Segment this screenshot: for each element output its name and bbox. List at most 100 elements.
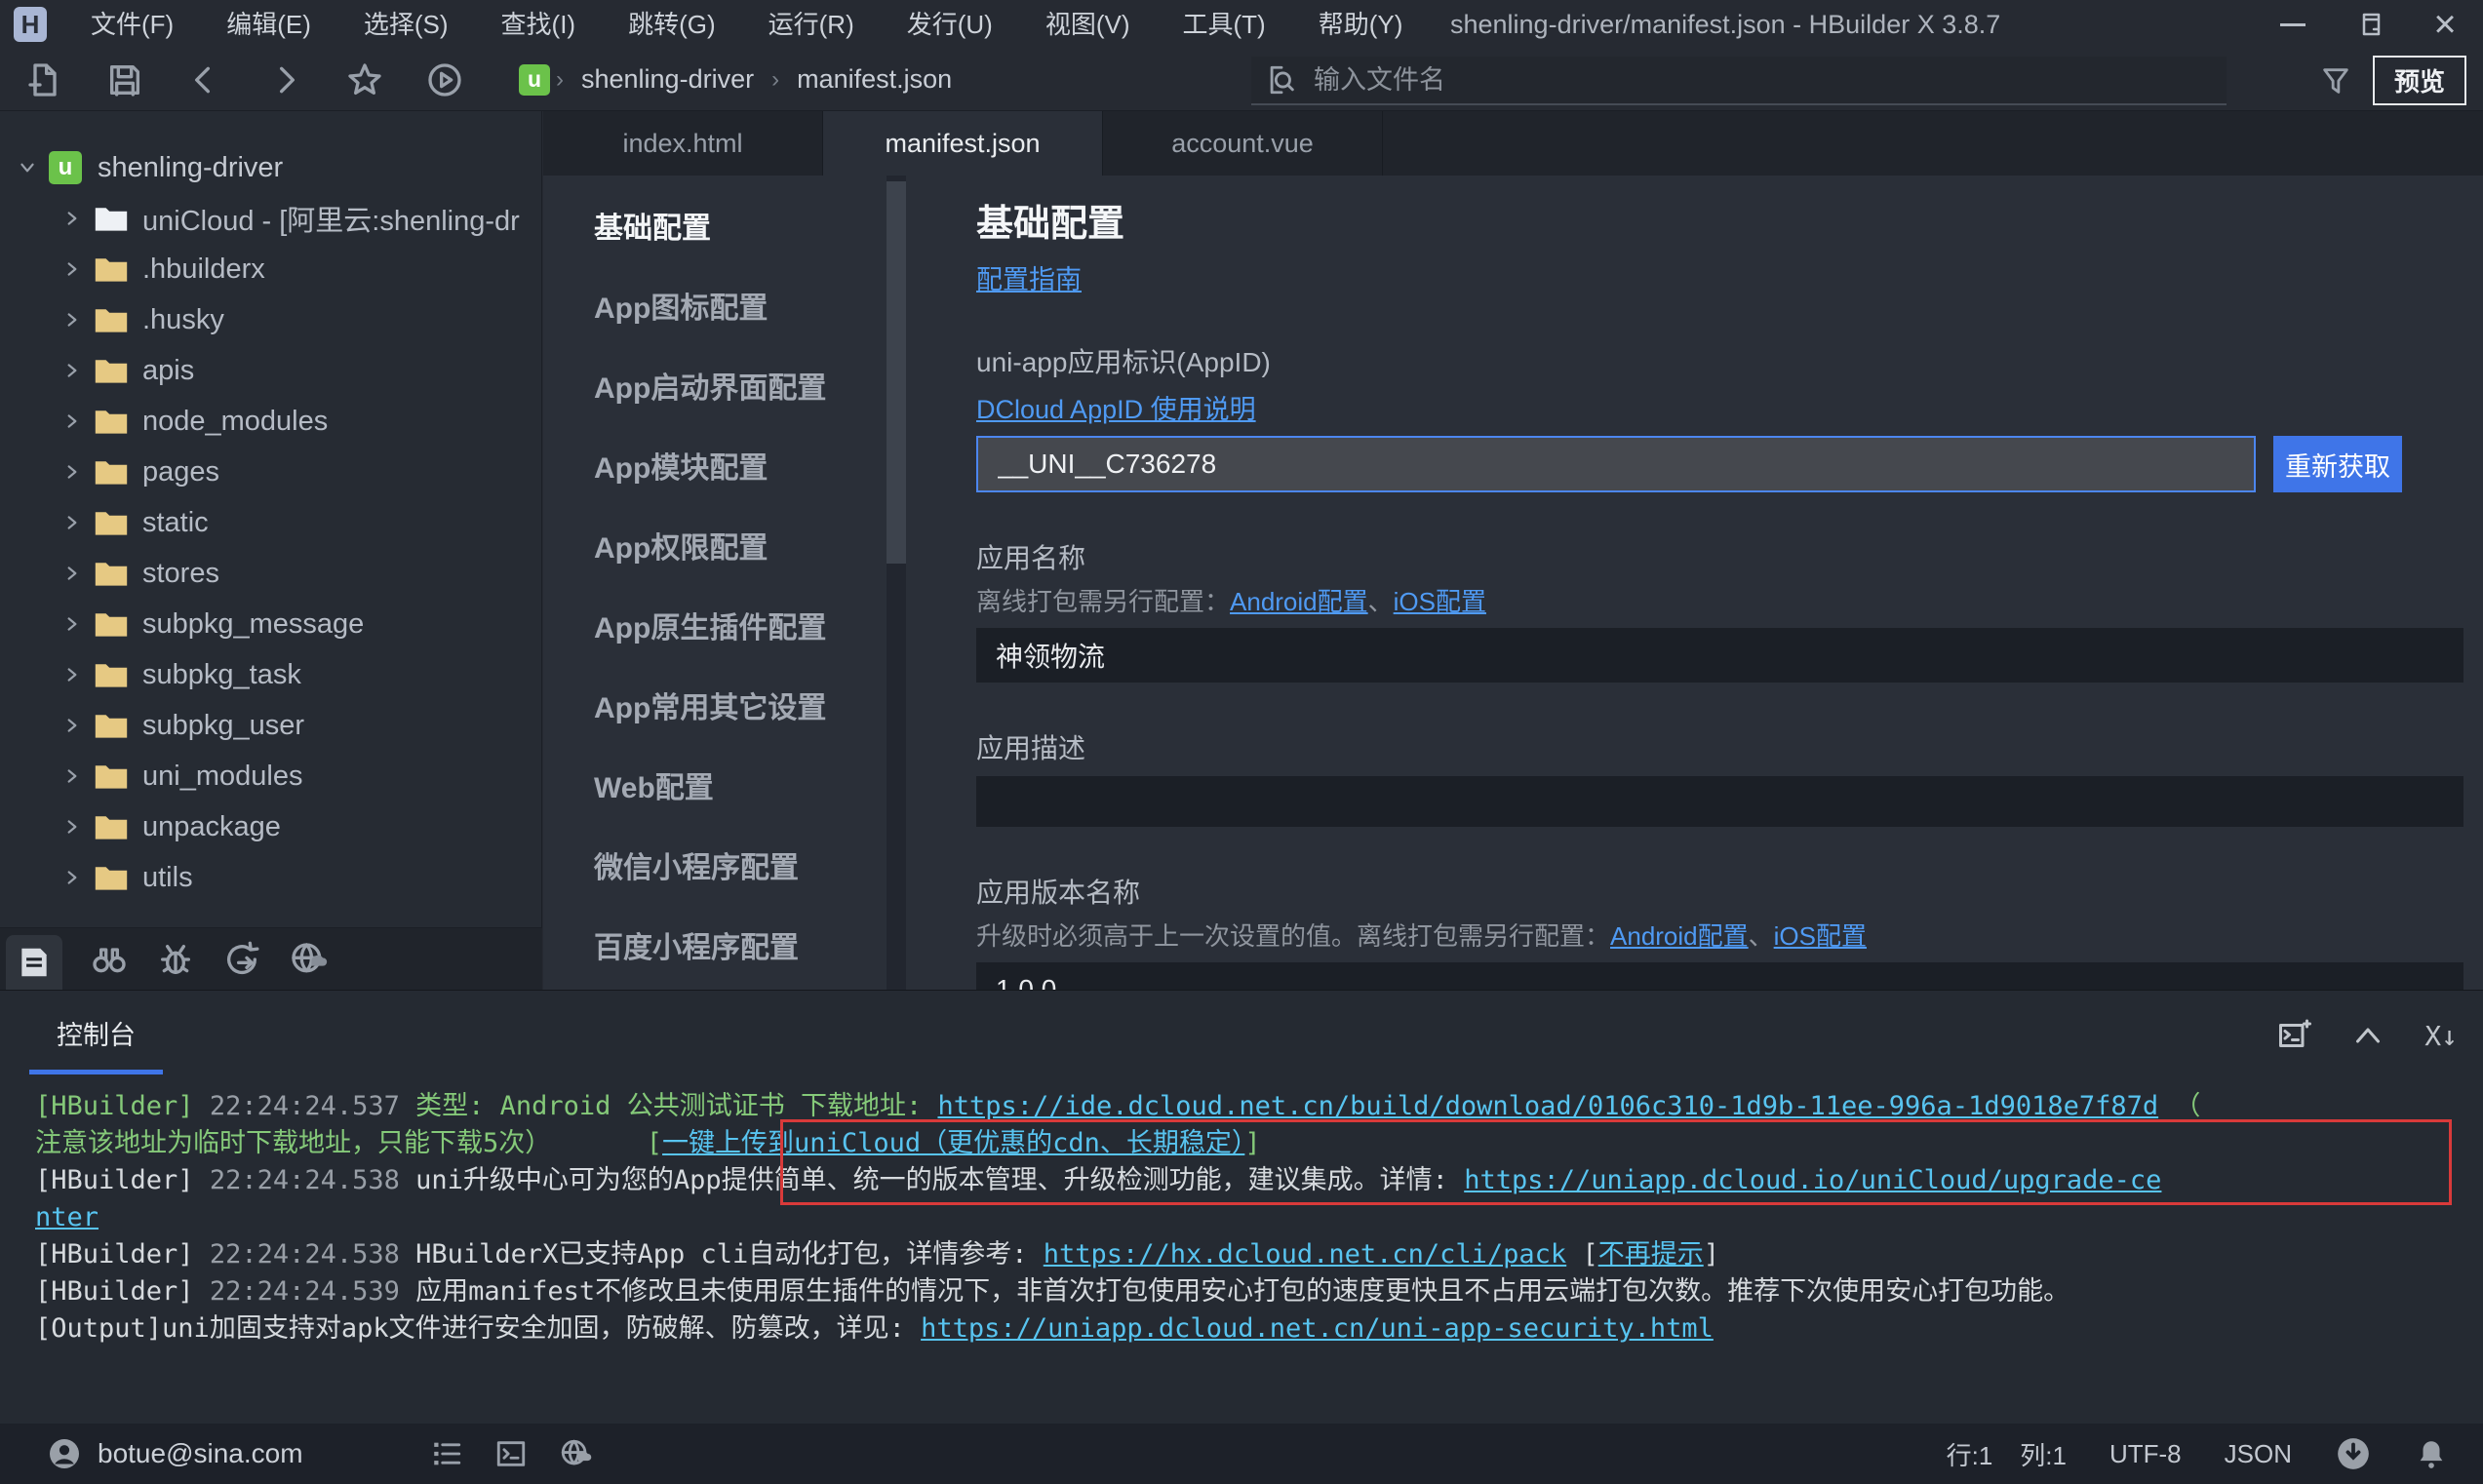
console-link[interactable]: 不再提示 <box>1598 1239 1704 1269</box>
console-text: ] <box>1244 1128 1260 1158</box>
nav-app-native-plugin-config[interactable]: App原生插件配置 <box>543 589 937 669</box>
breadcrumb-file[interactable]: manifest.json <box>797 64 952 95</box>
app-name-input[interactable] <box>976 628 2463 683</box>
tree-item-root[interactable]: u shenling-driver <box>0 142 541 193</box>
search-input[interactable] <box>1314 65 2172 96</box>
nav-app-permission-config[interactable]: App权限配置 <box>543 509 937 589</box>
activity-strip <box>0 927 542 990</box>
encoding-indicator[interactable]: UTF-8 <box>2109 1439 2182 1469</box>
console-link[interactable]: https://hx.dcloud.net.cn/cli/pack <box>1044 1239 1566 1269</box>
android-config-link[interactable]: Android配置 <box>1610 921 1749 951</box>
menu-view[interactable]: 视图(V) <box>1019 0 1157 49</box>
tree-item-stores[interactable]: stores <box>0 548 541 599</box>
console-link[interactable]: nter <box>35 1202 99 1232</box>
menu-help[interactable]: 帮助(Y) <box>1292 0 1430 49</box>
tree-item-subpkg-user[interactable]: subpkg_user <box>0 700 541 751</box>
tree-item-subpkg-task[interactable]: subpkg_task <box>0 649 541 700</box>
tree-item-node-modules[interactable]: node_modules <box>0 396 541 447</box>
menu-edit[interactable]: 编辑(E) <box>200 0 337 49</box>
filetype-indicator[interactable]: JSON <box>2225 1439 2292 1469</box>
android-config-link[interactable]: Android配置 <box>1230 587 1368 616</box>
filter-icon[interactable] <box>2319 64 2352 98</box>
console-link[interactable]: 一键上传到uniCloud（更优惠的cdn、长期稳定） <box>662 1128 1244 1158</box>
folder-icon <box>94 711 129 740</box>
ios-config-link[interactable]: iOS配置 <box>1774 921 1867 951</box>
back-icon[interactable] <box>185 60 224 99</box>
sync-icon[interactable] <box>222 940 261 979</box>
ios-config-link[interactable]: iOS配置 <box>1394 587 1486 616</box>
forward-icon[interactable] <box>265 60 304 99</box>
nav-basic-config[interactable]: 基础配置 <box>543 189 937 269</box>
appid-doc-link[interactable]: DCloud AppID 使用说明 <box>976 388 1256 426</box>
outline-list-icon[interactable] <box>430 1437 463 1470</box>
close-button[interactable]: × <box>2407 0 2483 49</box>
nav-scrollbar-thumb[interactable] <box>887 181 906 564</box>
menu-run[interactable]: 运行(R) <box>742 0 881 49</box>
nav-app-icon-config[interactable]: App图标配置 <box>543 269 937 349</box>
globe-cloud-icon[interactable] <box>559 1437 592 1470</box>
nav-app-other-config[interactable]: App常用其它设置 <box>543 669 937 749</box>
basic-config-panel: 基础配置 配置指南 uni-app应用标识(AppID) DCloud AppI… <box>937 176 2483 990</box>
nav-scrollbar[interactable] <box>887 176 906 990</box>
chevron-right-icon <box>62 411 82 431</box>
globe-cloud-icon[interactable] <box>289 940 328 979</box>
bell-icon[interactable] <box>2415 1437 2448 1470</box>
console-link[interactable]: https://uniapp.dcloud.io/uniCloud/upgrad… <box>1464 1165 2161 1195</box>
terminal-new-icon[interactable] <box>2276 1018 2311 1053</box>
account-email[interactable]: botue@sina.com <box>98 1438 303 1469</box>
cursor-line-indicator[interactable]: 行:1 <box>1947 1436 1993 1472</box>
breadcrumb-project[interactable]: shenling-driver <box>581 64 754 95</box>
clear-close-icon[interactable]: X↓ <box>2424 1020 2458 1052</box>
files-panel-tab[interactable] <box>6 935 62 990</box>
star-icon[interactable] <box>345 60 384 99</box>
tree-item-unicloud[interactable]: uniCloud - [阿里云:shenling-dr <box>0 193 541 244</box>
menu-file[interactable]: 文件(F) <box>64 0 200 49</box>
file-search-box[interactable] <box>1251 57 2227 105</box>
tab-index-html[interactable]: index.html <box>543 111 823 176</box>
cursor-col-indicator[interactable]: 列:1 <box>2020 1436 2067 1472</box>
tab-account-vue[interactable]: account.vue <box>1103 111 1383 176</box>
menu-publish[interactable]: 发行(U) <box>881 0 1019 49</box>
tree-item-unpackage[interactable]: unpackage <box>0 801 541 852</box>
preview-button[interactable]: 预览 <box>2373 56 2466 105</box>
nav-wechat-mp-config[interactable]: 微信小程序配置 <box>543 829 937 909</box>
nav-baidu-mp-config[interactable]: 百度小程序配置 <box>543 909 937 989</box>
uni-logo-icon: u <box>49 151 82 184</box>
nav-web-config[interactable]: Web配置 <box>543 749 937 829</box>
tree-item-utils[interactable]: utils <box>0 852 541 903</box>
minimize-button[interactable] <box>2255 0 2331 49</box>
collapse-panel-icon[interactable] <box>2350 1018 2385 1053</box>
console-link[interactable]: https://ide.dcloud.net.cn/build/download… <box>937 1091 2158 1121</box>
nav-app-launch-config[interactable]: App启动界面配置 <box>543 349 937 429</box>
menu-find[interactable]: 查找(I) <box>475 0 603 49</box>
tree-item-subpkg-message[interactable]: subpkg_message <box>0 599 541 649</box>
tree-item-uni-modules[interactable]: uni_modules <box>0 751 541 801</box>
tree-item-hbuilderx[interactable]: .hbuilderx <box>0 244 541 294</box>
tab-manifest-json[interactable]: manifest.json <box>823 111 1103 176</box>
maximize-button[interactable] <box>2331 0 2407 49</box>
chevron-right-icon <box>62 209 82 228</box>
config-guide-link[interactable]: 配置指南 <box>976 258 1082 296</box>
search-binoculars-icon[interactable] <box>90 940 129 979</box>
run-icon[interactable] <box>425 60 464 99</box>
terminal-icon[interactable] <box>494 1437 528 1470</box>
appid-input[interactable] <box>976 436 2256 492</box>
console-link[interactable]: https://uniapp.dcloud.net.cn/uni-app-sec… <box>921 1313 1714 1344</box>
menu-select[interactable]: 选择(S) <box>337 0 475 49</box>
tree-item-pages[interactable]: pages <box>0 447 541 497</box>
debug-bug-icon[interactable] <box>156 940 195 979</box>
refresh-appid-button[interactable]: 重新获取 <box>2273 436 2402 492</box>
nav-app-module-config[interactable]: App模块配置 <box>543 429 937 509</box>
tree-item-static[interactable]: static <box>0 497 541 548</box>
tree-item-apis[interactable]: apis <box>0 345 541 396</box>
app-desc-input[interactable] <box>976 776 2463 827</box>
version-name-input[interactable] <box>976 962 2463 990</box>
menu-goto[interactable]: 跳转(G) <box>602 0 742 49</box>
tree-item-husky[interactable]: .husky <box>0 294 541 345</box>
download-circle-icon[interactable] <box>2335 1435 2372 1472</box>
user-avatar-icon[interactable] <box>47 1436 82 1471</box>
save-icon[interactable] <box>105 60 144 99</box>
new-file-icon[interactable] <box>25 60 64 99</box>
console-tab[interactable]: 控制台 <box>29 1014 163 1074</box>
menu-tools[interactable]: 工具(T) <box>1157 0 1292 49</box>
